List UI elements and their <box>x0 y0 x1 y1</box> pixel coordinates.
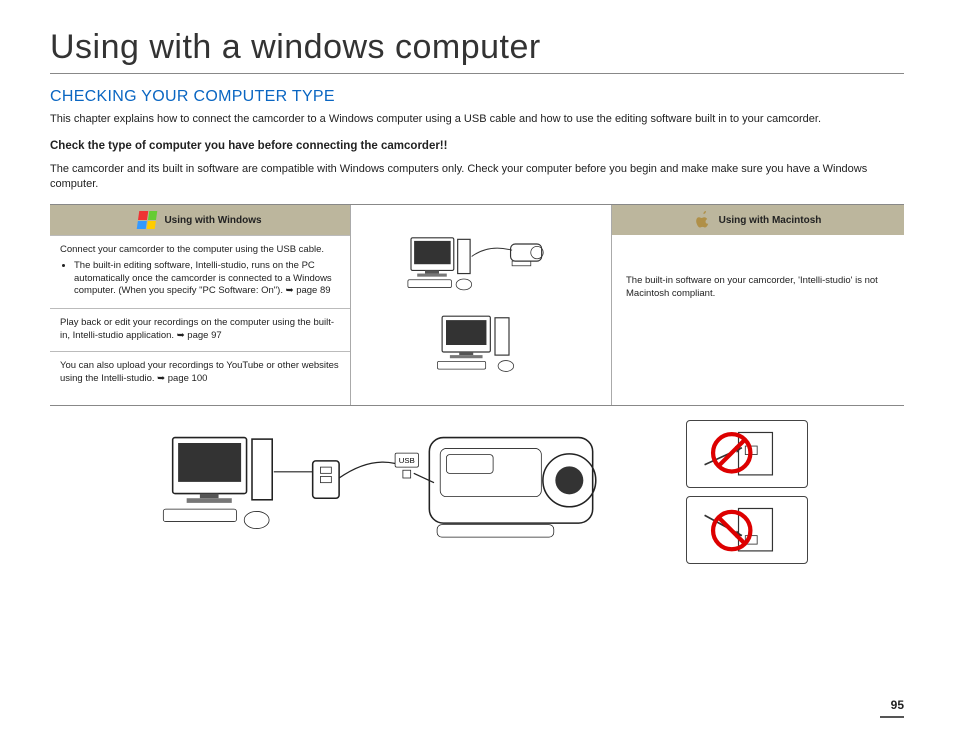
closeup-column <box>686 420 808 564</box>
windows-cell-2: Play back or edit your recordings on the… <box>50 308 350 351</box>
section-heading: CHECKING YOUR COMPUTER TYPE <box>50 88 904 106</box>
windows-bar-label: Using with Windows <box>164 215 261 226</box>
bottom-illustration-row: USB <box>50 420 904 564</box>
mac-column: Using with Macintosh The built-in softwa… <box>611 205 904 405</box>
windows-cell1-bullet: The built-in editing software, Intelli-s… <box>74 260 340 298</box>
page-title: Using with a windows computer <box>50 28 904 74</box>
windows-logo-icon <box>137 211 158 229</box>
page-number: 95 <box>891 698 904 712</box>
mac-cell: The built-in software on your camcorder,… <box>612 275 904 301</box>
intro-paragraph: This chapter explains how to connect the… <box>50 112 904 127</box>
closeup-bottom <box>686 496 808 564</box>
connection-diagram: USB <box>146 422 666 562</box>
apple-logo-icon <box>695 211 711 229</box>
comparison-row: Using with Windows Connect your camcorde… <box>50 204 904 406</box>
lead-paragraph: The camcorder and its built in software … <box>50 162 904 192</box>
windows-column: Using with Windows Connect your camcorde… <box>50 205 351 405</box>
windows-cell-1: Connect your camcorder to the computer u… <box>50 235 350 308</box>
windows-cell-3: You can also upload your recordings to Y… <box>50 351 350 394</box>
page-number-bar <box>880 716 904 718</box>
bold-lead: Check the type of computer you have befo… <box>50 139 904 155</box>
illustration-column <box>351 205 611 405</box>
pc-standalone-illustration <box>401 310 561 380</box>
windows-bar: Using with Windows <box>50 205 350 235</box>
usb-label: USB <box>399 456 415 465</box>
mac-bar-label: Using with Macintosh <box>719 215 822 226</box>
closeup-top <box>686 420 808 488</box>
pc-camcorder-illustration <box>401 230 561 300</box>
mac-bar: Using with Macintosh <box>612 205 904 235</box>
windows-cell1-intro: Connect your camcorder to the computer u… <box>60 244 324 255</box>
